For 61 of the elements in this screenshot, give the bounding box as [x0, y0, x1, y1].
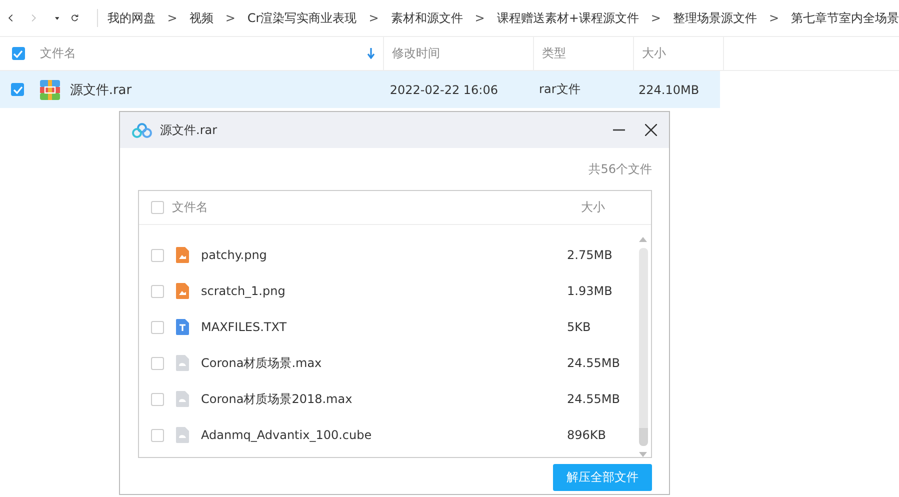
breadcrumb-link[interactable]: 我的网盘 [107, 10, 156, 26]
file-name: Corona材质场景2018.max [201, 390, 354, 408]
file-checkbox[interactable] [151, 356, 164, 370]
breadcrumb-link[interactable]: 第七章节室内全场景 [791, 10, 899, 26]
breadcrumb-separator: > [650, 11, 661, 25]
select-all-checkbox[interactable] [12, 47, 24, 60]
file-size: 1.93MB [567, 284, 614, 298]
breadcrumb-separator: > [768, 11, 779, 25]
file-size: 24.55MB [567, 392, 621, 406]
file-name: patchy.png [201, 248, 268, 262]
breadcrumb-link[interactable]: 课程赠送素材+课程源文件 [496, 10, 639, 26]
row-checkbox[interactable] [11, 83, 24, 96]
file-size: 5KB [567, 320, 592, 334]
scroll-up-icon[interactable] [639, 237, 647, 242]
column-header[interactable]: 大小 [634, 37, 724, 70]
breadcrumb-link[interactable]: Cr渲染写实商业表现 [247, 10, 357, 26]
file-checkbox[interactable] [151, 248, 164, 262]
close-icon[interactable] [645, 124, 657, 136]
dialog-title: 源文件.rar [160, 122, 218, 138]
file-name: MAXFILES.TXT [201, 320, 288, 334]
image-file-icon [176, 283, 189, 299]
scroll-down-icon[interactable] [639, 452, 647, 457]
breadcrumb-separator: > [225, 11, 236, 25]
file-checkbox[interactable] [151, 428, 164, 442]
file-type: rar文件 [538, 81, 582, 98]
column-header: 大小 [581, 199, 606, 216]
archive-icon [40, 80, 60, 100]
file-name: scratch_1.png [201, 284, 286, 298]
text-file-icon [176, 319, 189, 335]
file-size: 24.55MB [567, 356, 621, 370]
file-icon [176, 427, 189, 443]
file-name: Corona材质场景.max [201, 354, 323, 372]
file-icon [176, 391, 189, 407]
column-header[interactable]: 类型 [534, 37, 634, 70]
file-checkbox[interactable] [151, 320, 164, 334]
file-icon [176, 355, 189, 371]
scrollbar-thumb[interactable] [638, 248, 648, 446]
file-row[interactable]: 源文件.rar 2022-02-22 16:06 rar文件 224.10MB [0, 71, 720, 108]
cloud-logo-icon [132, 122, 152, 138]
breadcrumb-link[interactable]: 素材和源文件 [390, 10, 463, 26]
breadcrumb-link[interactable]: 整理场景源文件 [672, 10, 757, 26]
sort-arrow-icon [367, 48, 375, 59]
file-name: Adanmq_Advantix_100.cube [201, 428, 373, 442]
file-name: 源文件.rar [70, 82, 132, 98]
breadcrumb-link[interactable]: 视频 [189, 10, 214, 26]
file-size: 2.75MB [567, 248, 614, 262]
breadcrumb-separator: > [368, 11, 379, 25]
file-checkbox[interactable] [151, 284, 164, 298]
file-count: 共56个文件 [588, 161, 652, 178]
column-header: 文件名 [172, 199, 209, 216]
column-header[interactable]: 修改时间 [384, 37, 534, 70]
file-checkbox[interactable] [151, 392, 164, 406]
file-size: 224.10MB [637, 82, 700, 96]
caret-icon[interactable] [54, 16, 60, 20]
file-size: 896KB [567, 428, 608, 442]
column-header[interactable]: 文件名 [32, 37, 384, 70]
select-all-checkbox[interactable] [151, 201, 164, 214]
breadcrumb-separator: > [167, 11, 178, 25]
breadcrumb-separator: > [474, 11, 485, 25]
image-file-icon [176, 247, 189, 263]
modified-time: 2022-02-22 16:06 [388, 82, 499, 96]
